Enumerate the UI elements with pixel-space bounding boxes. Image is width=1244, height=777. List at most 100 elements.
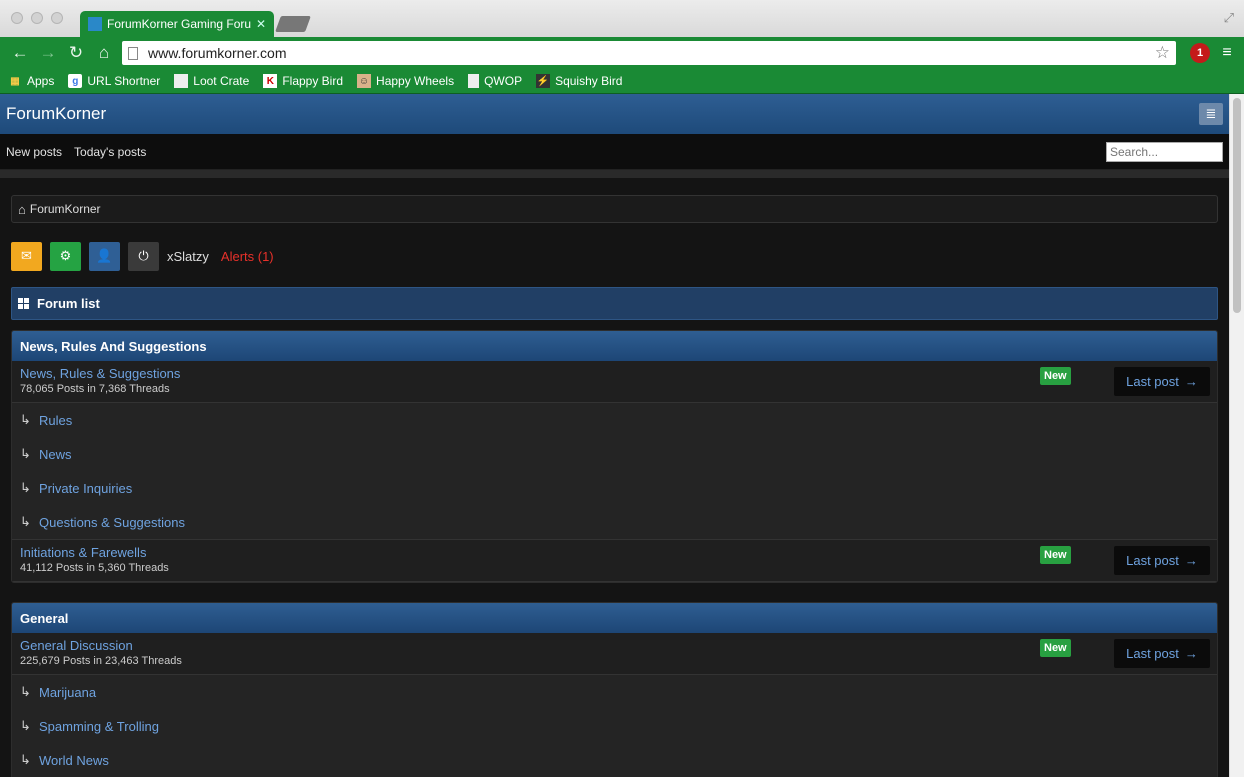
forum-stats: 78,065 Posts in 7,368 Threads (20, 383, 170, 395)
maximize-window-button[interactable] (51, 12, 63, 24)
url-text[interactable]: www.forumkorner.com (148, 45, 1155, 61)
minimize-window-button[interactable] (31, 12, 43, 24)
category-title[interactable]: News, Rules And Suggestions (12, 331, 1217, 361)
forum-stats: 41,112 Posts in 5,360 Threads (20, 562, 169, 574)
category-title[interactable]: General (12, 603, 1217, 633)
profile-icon[interactable]: 👤 (89, 241, 120, 271)
site-favicon-icon (88, 17, 102, 31)
last-post-button[interactable]: Last post → (1114, 367, 1210, 396)
k-icon: K (263, 74, 278, 88)
bookmark-star-icon[interactable]: ☆ (1155, 43, 1170, 63)
bookmark-qwop[interactable]: QWOP (468, 74, 522, 88)
new-tab-button[interactable] (275, 16, 311, 32)
bookmark-loot-crate[interactable]: Loot Crate (174, 74, 249, 88)
bookmarks-bar: ▦ Apps g URL Shortner Loot Crate K Flapp… (0, 69, 1244, 94)
lightning-icon: ⚡ (536, 74, 551, 88)
window-controls (11, 12, 63, 24)
close-window-button[interactable] (11, 12, 23, 24)
new-posts-link[interactable]: New posts (6, 145, 62, 159)
forum-list-title: Forum list (37, 296, 100, 311)
forum-row: Initiations & Farewells 41,112 Posts in … (12, 540, 1217, 582)
last-post-label: Last post (1126, 646, 1179, 661)
last-post-label: Last post (1126, 553, 1179, 568)
forum-row: News, Rules & Suggestions 78,065 Posts i… (12, 361, 1217, 403)
subforum-link[interactable]: Marijuana (39, 685, 96, 700)
last-post-button[interactable]: Last post → (1114, 639, 1210, 668)
bookmark-url-shortner[interactable]: g URL Shortner (68, 74, 160, 88)
user-bar: ✉ ⚙ 👤 ⏻ xSlatzy Alerts (1) (11, 241, 1218, 271)
new-badge: New (1040, 639, 1071, 657)
home-icon[interactable]: ⌂ (18, 202, 26, 217)
subforum-item: ↳ World News (20, 743, 1209, 777)
breadcrumb: ⌂ ForumKorner (11, 195, 1218, 223)
subforum-arrow-icon: ↳ (20, 514, 31, 529)
search-input[interactable] (1106, 141, 1223, 162)
bookmark-flappy-bird[interactable]: K Flappy Bird (263, 74, 343, 88)
back-arrow-icon[interactable]: ← (6, 43, 34, 63)
subforum-link[interactable]: World News (39, 753, 109, 768)
subforum-item: ↳ Spamming & Trolling (20, 709, 1209, 743)
username[interactable]: xSlatzy (167, 249, 209, 264)
address-bar[interactable]: www.forumkorner.com ☆ (122, 41, 1176, 65)
bookmark-happy-wheels[interactable]: ☺ Happy Wheels (357, 74, 454, 88)
alerts-link[interactable]: Alerts (1) (221, 249, 274, 264)
sub-navigation: New posts Today's posts (0, 134, 1229, 170)
site-header: ForumKorner ≣ (0, 94, 1229, 134)
forum-row: General Discussion 225,679 Posts in 23,4… (12, 633, 1217, 675)
subforum-link[interactable]: Spamming & Trolling (39, 719, 159, 734)
subforum-item: ↳ Marijuana (20, 675, 1209, 709)
main-content: ⌂ ForumKorner ✉ ⚙ 👤 ⏻ xSlatzy Alerts (1)… (0, 195, 1229, 777)
forum-link[interactable]: News, Rules & Suggestions (20, 366, 1209, 381)
todays-posts-link[interactable]: Today's posts (74, 145, 146, 159)
subforum-item: ↳ News (20, 437, 1209, 471)
grid-icon (18, 298, 29, 309)
face-icon: ☺ (357, 74, 372, 88)
inbox-icon[interactable]: ✉ (11, 241, 42, 271)
home-icon[interactable]: ⌂ (90, 43, 118, 63)
extension-badge-icon[interactable]: 1 (1190, 43, 1210, 63)
bookmark-apps[interactable]: ▦ Apps (8, 74, 54, 88)
subforum-arrow-icon: ↳ (20, 446, 31, 461)
bookmark-squishy-bird[interactable]: ⚡ Squishy Bird (536, 74, 622, 88)
category-general: General General Discussion 225,679 Posts… (11, 602, 1218, 777)
forum-list-header: Forum list (11, 287, 1218, 320)
arrow-right-icon: → (1184, 553, 1198, 568)
last-post-label: Last post (1126, 374, 1179, 389)
forward-arrow-icon[interactable]: → (34, 43, 62, 63)
subforum-item: ↳ Questions & Suggestions (20, 505, 1209, 539)
forum-link[interactable]: Initiations & Farewells (20, 545, 1209, 560)
subforum-arrow-icon: ↳ (20, 412, 31, 427)
tab-title: ForumKorner Gaming Foru (107, 17, 252, 31)
tab-close-icon[interactable]: ✕ (256, 17, 266, 31)
apps-grid-icon: ▦ (10, 75, 20, 87)
last-post-button[interactable]: Last post → (1114, 546, 1210, 575)
menu-icon[interactable]: ≣ (1199, 103, 1223, 125)
browser-titlebar: ForumKorner Gaming Foru ✕ ⤢ (0, 0, 1244, 37)
browser-tab[interactable]: ForumKorner Gaming Foru ✕ (80, 11, 274, 37)
arrow-right-icon: → (1184, 374, 1198, 389)
power-icon[interactable]: ⏻ (128, 241, 159, 271)
browser-menu-icon[interactable]: ≡ (1216, 44, 1238, 62)
subforum-arrow-icon: ↳ (20, 718, 31, 733)
browser-toolbar: ← → ↻ ⌂ www.forumkorner.com ☆ 1 ≡ (0, 37, 1244, 69)
page-scrollbar[interactable] (1229, 94, 1244, 777)
subforum-link[interactable]: News (39, 447, 72, 462)
forum-stats: 225,679 Posts in 23,463 Threads (20, 655, 182, 667)
subforum-item: ↳ Private Inquiries (20, 471, 1209, 505)
divider (0, 170, 1229, 178)
subforum-link[interactable]: Rules (39, 413, 72, 428)
breadcrumb-link[interactable]: ForumKorner (30, 202, 101, 216)
settings-icon[interactable]: ⚙ (50, 241, 81, 271)
reload-icon[interactable]: ↻ (62, 43, 90, 63)
subforum-arrow-icon: ↳ (20, 752, 31, 767)
site-title[interactable]: ForumKorner (6, 104, 1199, 124)
subforum-link[interactable]: Questions & Suggestions (39, 515, 185, 530)
arrow-right-icon: → (1184, 646, 1198, 661)
scrollbar-thumb[interactable] (1233, 98, 1241, 313)
subforum-link[interactable]: Private Inquiries (39, 481, 132, 496)
subforum-item: ↳ Rules (20, 403, 1209, 437)
forum-link[interactable]: General Discussion (20, 638, 1209, 653)
subforum-arrow-icon: ↳ (20, 480, 31, 495)
fullscreen-icon[interactable]: ⤢ (1224, 10, 1234, 26)
new-badge: New (1040, 367, 1071, 385)
